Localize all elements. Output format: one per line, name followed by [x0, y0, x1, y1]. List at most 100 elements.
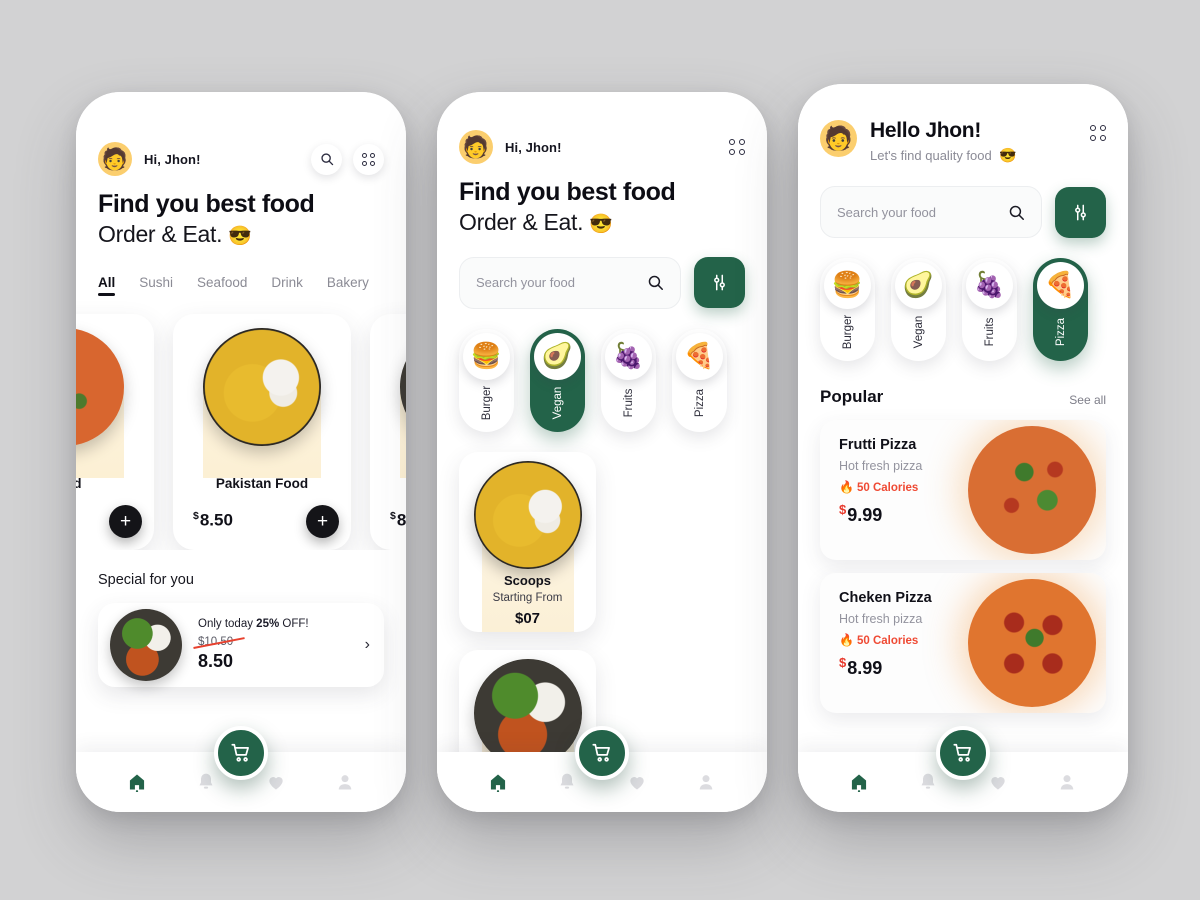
category-label: Vegan — [551, 386, 564, 420]
person-icon — [339, 775, 352, 790]
header-text-block: Hello Jhon! Let's find quality food 😎 — [870, 119, 1017, 164]
category-pill-burger[interactable]: 🍔 Burger — [459, 328, 514, 432]
nav-notifications[interactable] — [193, 769, 219, 795]
see-all-link[interactable]: See all — [1069, 393, 1106, 407]
phone2-topbar: 🧑 Hi, Jhon! — [437, 130, 767, 164]
dish-image-broccoli — [473, 658, 582, 767]
category-pill-pizza[interactable]: 🍕 Pizza — [672, 328, 727, 432]
nav-notifications[interactable] — [554, 769, 580, 795]
pizza-image-frutti — [968, 426, 1096, 555]
subtitle-text: Let's find quality food — [870, 148, 992, 164]
category-pill-row: 🍔 Burger 🥑 Vegan 🍇 Fruits 🍕 Pizza — [437, 328, 767, 432]
special-offer-card[interactable]: Only today 25% OFF! $10.50 8.50 › — [98, 602, 384, 687]
chevron-right-icon[interactable]: › — [365, 636, 370, 654]
add-to-cart-button[interactable]: + — [306, 504, 339, 538]
cart-fab-button[interactable] — [575, 726, 629, 780]
page-title: Hello Jhon! — [870, 119, 982, 142]
popular-item-card[interactable]: Frutti Pizza Hot fresh pizza 🔥 50 Calorie… — [820, 420, 1106, 561]
sunglasses-emoji: 😎 — [589, 214, 613, 235]
heart-icon — [991, 777, 1005, 790]
avatar[interactable]: 🧑 — [459, 130, 493, 164]
food-card[interactable]: ♥ Food $8.50 + — [76, 313, 154, 550]
food-card[interactable]: Pakistan Food $8.50 + — [370, 313, 406, 550]
add-to-cart-button[interactable]: + — [109, 504, 142, 538]
nav-notifications[interactable] — [915, 769, 941, 795]
nav-profile[interactable] — [332, 769, 358, 795]
currency-symbol: $ — [193, 509, 199, 522]
hero-subtitle: Order & Eat. 😎 — [98, 220, 384, 249]
nav-profile[interactable] — [1054, 769, 1080, 795]
category-tabs: All Sushi Seafood Drink Bakery — [76, 275, 406, 296]
nav-home[interactable] — [124, 769, 150, 795]
tab-sushi[interactable]: Sushi — [139, 275, 173, 296]
person-icon — [700, 775, 713, 790]
food-price: $8.50 — [390, 510, 406, 531]
nav-home[interactable] — [846, 769, 872, 795]
flame-icon: 🔥 — [839, 633, 854, 648]
avatar[interactable]: 🧑 — [820, 120, 857, 157]
category-label: Pizza — [1054, 317, 1067, 347]
pizza-image-cheken — [968, 579, 1096, 708]
search-icon — [320, 153, 333, 166]
category-pill-vegan[interactable]: 🥑 Vegan — [891, 258, 946, 362]
page-subtitle: Let's find quality food 😎 — [870, 147, 1017, 164]
special-section-title: Special for you — [98, 571, 194, 588]
filter-button[interactable] — [1055, 186, 1106, 238]
food-price: $07 — [514, 609, 541, 627]
search-placeholder: Search your food — [837, 204, 937, 220]
price-value: 8.99 — [847, 658, 883, 679]
home-icon — [490, 774, 505, 792]
grid-icon[interactable] — [729, 139, 745, 155]
search-icon — [648, 275, 663, 291]
currency-symbol: $ — [839, 655, 847, 671]
pizza-icon: 🍕 — [1037, 262, 1084, 310]
avatar[interactable]: 🧑 — [98, 142, 132, 176]
price-value: 8.50 — [199, 510, 233, 530]
category-pill-pizza[interactable]: 🍕 Pizza — [1033, 258, 1088, 362]
filter-button[interactable] — [694, 257, 745, 309]
tab-seafood[interactable]: Seafood — [197, 275, 247, 296]
offer-suffix: OFF! — [279, 617, 309, 630]
tab-all[interactable]: All — [98, 275, 116, 296]
cart-icon — [231, 743, 249, 762]
calories-text: 50 Calories — [856, 482, 919, 495]
grid-menu-button[interactable] — [353, 143, 384, 175]
popular-item-card[interactable]: Cheken Pizza Hot fresh pizza 🔥 50 Calorie… — [820, 573, 1106, 714]
search-button[interactable] — [311, 143, 342, 175]
nav-favorites[interactable] — [985, 769, 1011, 795]
category-pill-row: 🍔 Burger 🥑 Vegan 🍇 Fruits 🍕 Pizza — [798, 258, 1128, 362]
category-pill-fruits[interactable]: 🍇 Fruits — [601, 328, 656, 432]
cart-fab-button[interactable] — [214, 726, 268, 780]
grid-food-card[interactable]: Scoops Starting From $07 — [459, 451, 596, 632]
nav-profile[interactable] — [693, 769, 719, 795]
phone2-hero: Find you best food Order & Eat. 😎 — [437, 178, 767, 237]
currency-symbol: $ — [390, 509, 396, 522]
dish-image-curry — [203, 327, 321, 446]
search-input[interactable]: Search your food — [459, 256, 681, 309]
tab-bakery[interactable]: Bakery — [327, 275, 369, 296]
food-card[interactable]: Pakistan Food $8.50 + — [173, 313, 351, 550]
sunglasses-emoji: 😎 — [228, 226, 252, 247]
grid-icon[interactable] — [1090, 125, 1106, 141]
calories-text: 50 Calories — [856, 635, 919, 648]
nav-home[interactable] — [485, 769, 511, 795]
search-input[interactable]: Search your food — [820, 186, 1042, 239]
category-pill-burger[interactable]: 🍔 Burger — [820, 258, 875, 362]
search-row: Search your food — [798, 186, 1128, 239]
bell-icon — [560, 773, 574, 789]
price-value: 8.50 — [396, 510, 406, 530]
food-card-carousel[interactable]: ♥ Food $8.50 + Pakistan Food $8.50 — [76, 313, 406, 550]
hero-title: Find you best food — [98, 190, 315, 218]
special-section: Special for you Only today 25% OFF! $10.… — [76, 572, 406, 687]
category-pill-vegan[interactable]: 🥑 Vegan — [530, 328, 585, 432]
category-pill-fruits[interactable]: 🍇 Fruits — [962, 258, 1017, 362]
nav-favorites[interactable] — [263, 769, 289, 795]
cart-icon — [953, 743, 971, 762]
avocado-icon: 🥑 — [534, 332, 581, 380]
cart-fab-button[interactable] — [936, 726, 990, 780]
cart-icon — [592, 743, 610, 762]
tab-drink[interactable]: Drink — [271, 275, 303, 296]
offer-percent: 25% — [256, 617, 280, 630]
nav-favorites[interactable] — [624, 769, 650, 795]
